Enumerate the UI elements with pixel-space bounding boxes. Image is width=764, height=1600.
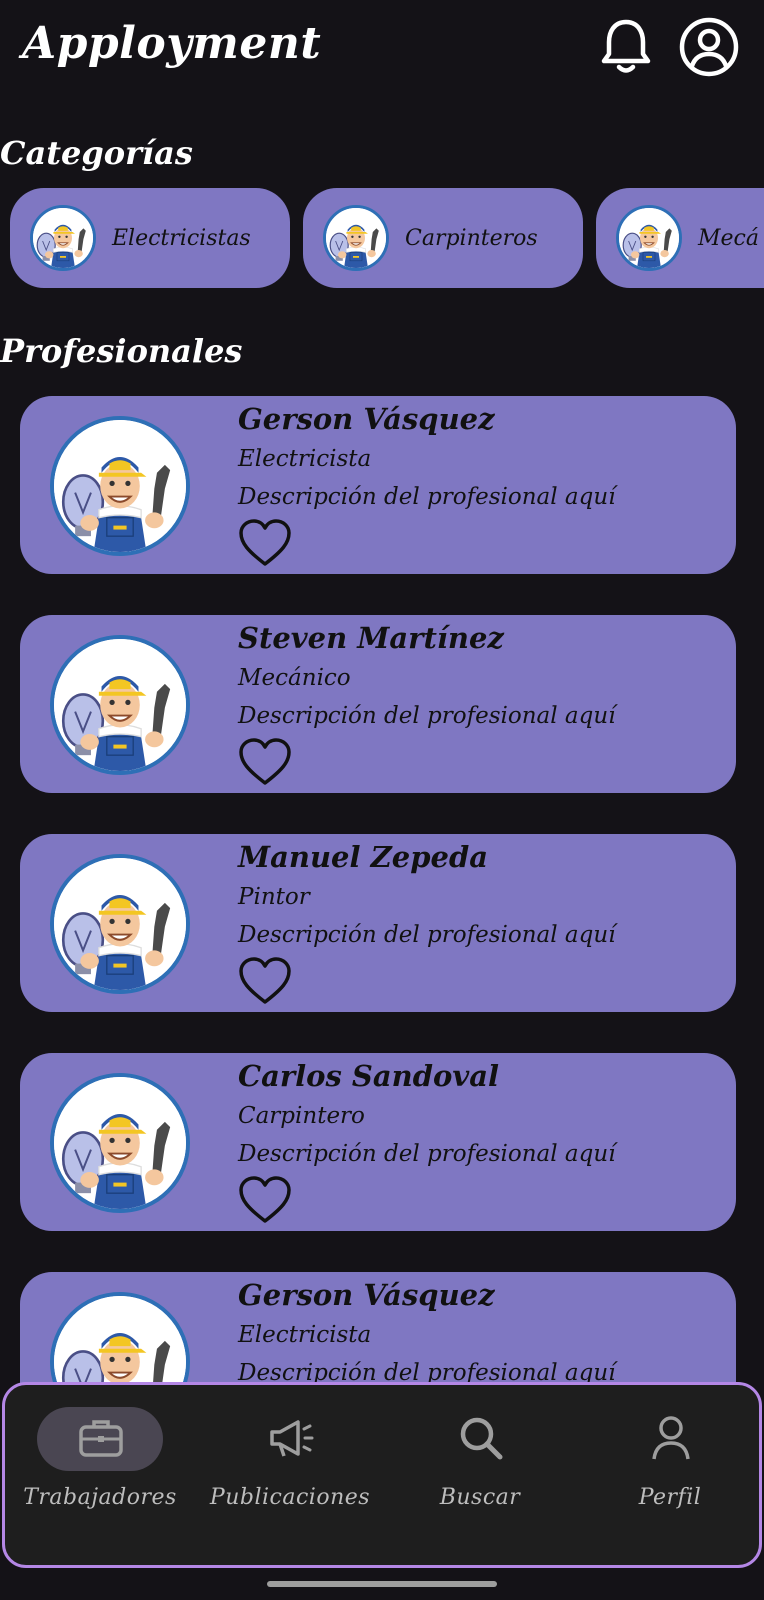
nav-label: Publicaciones (209, 1485, 371, 1510)
nav-label: Perfil (638, 1485, 702, 1510)
professional-description: Descripción del profesional aquí (238, 484, 616, 510)
bottom-navigation: Trabajadores Publicaciones Buscar Perfil (2, 1382, 762, 1568)
category-avatar (30, 205, 96, 271)
nav-item-trabajadores[interactable]: Trabajadores (5, 1385, 195, 1565)
heart-icon[interactable] (238, 1175, 292, 1225)
professional-card[interactable]: Steven Martínez Mecánico Descripción del… (20, 615, 736, 793)
professional-name: Carlos Sandoval (238, 1059, 500, 1093)
professional-role: Electricista (238, 446, 372, 472)
professional-avatar (50, 1073, 190, 1213)
professional-description: Descripción del profesional aquí (238, 922, 616, 948)
category-avatar (616, 205, 682, 271)
category-avatar (323, 205, 389, 271)
search-icon (456, 1413, 506, 1463)
professional-avatar (50, 854, 190, 994)
nav-item-perfil[interactable]: Perfil (575, 1385, 764, 1565)
heart-icon[interactable] (238, 518, 292, 568)
professional-card[interactable]: Gerson Vásquez Electricista Descripción … (20, 396, 736, 574)
category-chip[interactable]: Electricistas (10, 188, 290, 288)
professional-name: Gerson Vásquez (238, 402, 495, 436)
category-chip[interactable]: Carpinteros (303, 188, 583, 288)
category-chip[interactable]: Mecá (596, 188, 764, 288)
professional-description: Descripción del profesional aquí (238, 703, 616, 729)
heart-icon[interactable] (238, 737, 292, 787)
home-indicator[interactable] (267, 1581, 497, 1587)
category-label: Mecá (698, 225, 759, 251)
professional-role: Pintor (238, 884, 310, 910)
briefcase-icon (76, 1413, 126, 1463)
professional-card[interactable]: Manuel Zepeda Pintor Descripción del pro… (20, 834, 736, 1012)
app-title: Apployment (22, 18, 322, 69)
professional-description: Descripción del profesional aquí (238, 1141, 616, 1167)
account-circle-icon[interactable] (678, 16, 740, 78)
professional-avatar (50, 416, 190, 556)
heart-icon[interactable] (238, 956, 292, 1006)
screen: Apployment Categorías Electricistas Carp… (0, 0, 764, 1600)
bell-icon[interactable] (595, 16, 657, 78)
professional-role: Mecánico (238, 665, 351, 691)
nav-item-buscar[interactable]: Buscar (385, 1385, 575, 1565)
categories-scroller[interactable]: Electricistas Carpinteros Mecá (0, 188, 764, 288)
professional-name: Gerson Vásquez (238, 1278, 495, 1312)
person-icon (646, 1413, 696, 1463)
category-label: Carpinteros (405, 225, 538, 251)
professional-role: Electricista (238, 1322, 372, 1348)
nav-item-publicaciones[interactable]: Publicaciones (195, 1385, 385, 1565)
category-label: Electricistas (112, 225, 251, 251)
professional-avatar (50, 635, 190, 775)
megaphone-icon (266, 1413, 316, 1463)
nav-label: Trabajadores (23, 1485, 177, 1510)
professional-role: Carpintero (238, 1103, 365, 1129)
professional-name: Manuel Zepeda (238, 840, 489, 874)
professionals-title: Profesionales (0, 332, 243, 370)
professional-card[interactable]: Carlos Sandoval Carpintero Descripción d… (20, 1053, 736, 1231)
professional-name: Steven Martínez (238, 621, 504, 655)
nav-label: Buscar (439, 1485, 521, 1510)
categories-title: Categorías (0, 134, 193, 172)
